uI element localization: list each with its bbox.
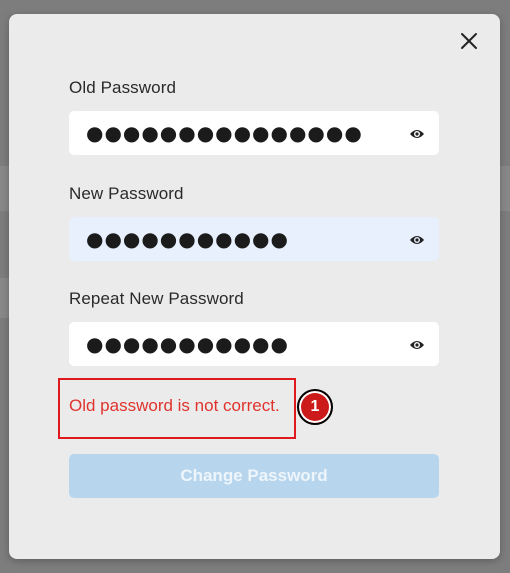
eye-icon <box>410 130 424 138</box>
eye-icon <box>410 236 424 244</box>
old-password-value: ●●●●●●●●●●●●●●● <box>86 121 363 145</box>
error-message: Old password is not correct. <box>69 396 280 415</box>
change-password-dialog: Old Password ●●●●●●●●●●●●●●● New Passwor… <box>9 14 500 559</box>
repeat-password-field[interactable]: ●●●●●●●●●●● <box>69 322 439 366</box>
show-repeat-password-button[interactable] <box>409 338 425 350</box>
show-old-password-button[interactable] <box>409 127 425 139</box>
old-password-label: Old Password <box>69 78 177 97</box>
close-button[interactable] <box>458 30 480 52</box>
background-strip <box>0 166 9 211</box>
repeat-password-label: Repeat New Password <box>69 289 244 308</box>
eye-icon <box>410 341 424 349</box>
background-strip <box>0 278 9 318</box>
change-password-button[interactable]: Change Password <box>69 454 439 498</box>
repeat-password-value: ●●●●●●●●●●● <box>86 332 289 356</box>
annotation-badge: 1 <box>297 389 333 425</box>
new-password-label: New Password <box>69 184 184 203</box>
close-icon <box>461 33 477 49</box>
old-password-field[interactable]: ●●●●●●●●●●●●●●● <box>69 111 439 155</box>
new-password-field[interactable]: ●●●●●●●●●●● <box>69 217 439 261</box>
new-password-value: ●●●●●●●●●●● <box>86 227 289 251</box>
background-strip <box>500 166 510 211</box>
show-new-password-button[interactable] <box>409 233 425 245</box>
